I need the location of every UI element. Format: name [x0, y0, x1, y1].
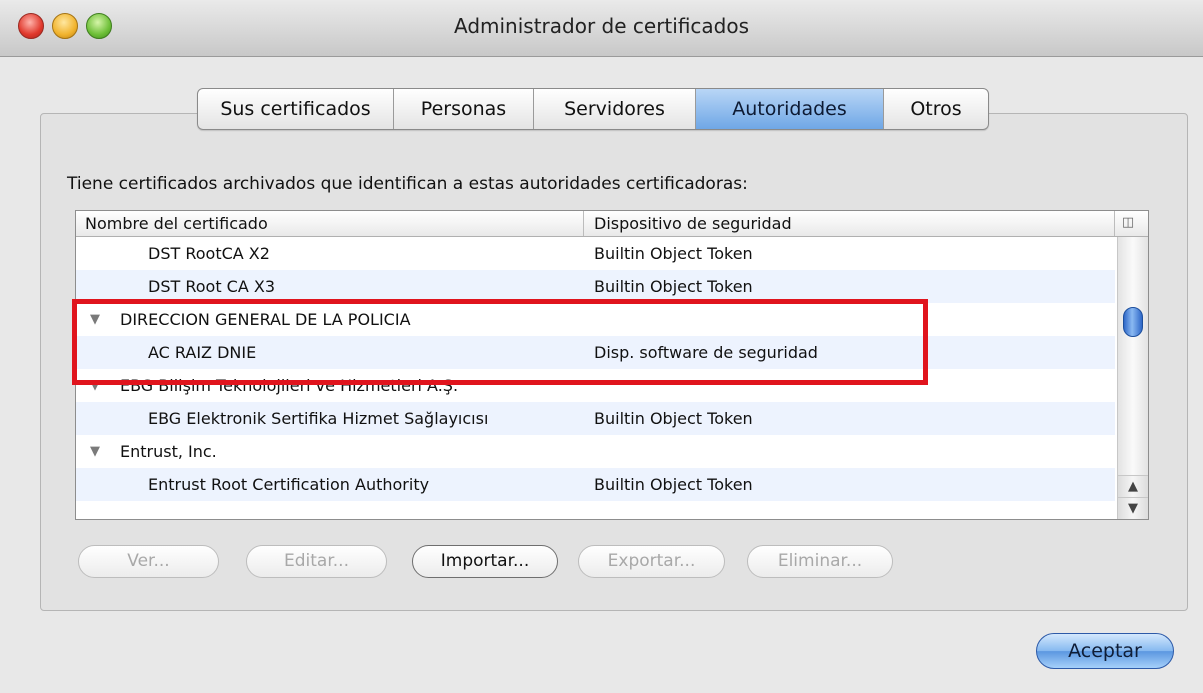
certificate-name: Entrust Root Certification Authority — [148, 475, 430, 494]
table-header: Nombre del certificado Dispositivo de se… — [76, 211, 1148, 237]
table-row[interactable]: DST RootCA X2 Builtin Object Token — [76, 237, 1115, 270]
security-device: Builtin Object Token — [594, 409, 753, 428]
tab-otros[interactable]: Otros — [884, 89, 988, 129]
tab-autoridades[interactable]: Autoridades — [696, 89, 884, 129]
certificate-name: DST RootCA X2 — [148, 244, 270, 263]
table-row[interactable]: Entrust Root Certification Authority Bui… — [76, 468, 1115, 501]
title-bar: Administrador de certificados — [0, 0, 1203, 57]
column-header-device[interactable]: Dispositivo de seguridad — [584, 211, 1115, 236]
scroll-up-arrow-icon[interactable]: ▲ — [1118, 475, 1148, 498]
red-highlight-annotation — [72, 299, 928, 385]
security-device: Builtin Object Token — [594, 244, 753, 263]
eliminar-button[interactable]: Eliminar... — [747, 545, 893, 578]
tab-servidores[interactable]: Servidores — [534, 89, 696, 129]
table-row[interactable]: EBG Elektronik Sertifika Hizmet Sağlayıc… — [76, 402, 1115, 435]
security-device: Builtin Object Token — [594, 475, 753, 494]
vertical-scrollbar[interactable]: ▲ ▼ — [1117, 237, 1148, 519]
exportar-button[interactable]: Exportar... — [578, 545, 725, 578]
aceptar-button[interactable]: Aceptar — [1036, 633, 1174, 669]
certificate-group-name: Entrust, Inc. — [120, 442, 217, 461]
description-text: Tiene certificados archivados que identi… — [67, 174, 748, 194]
table-row[interactable]: ▼ Entrust, Inc. — [76, 435, 1115, 468]
column-picker-icon[interactable]: ◫ — [1117, 214, 1139, 232]
tab-bar: Sus certificados Personas Servidores Aut… — [197, 88, 989, 130]
tab-personas[interactable]: Personas — [394, 89, 534, 129]
scroll-down-arrow-icon[interactable]: ▼ — [1118, 497, 1148, 519]
certificate-name: EBG Elektronik Sertifika Hizmet Sağlayıc… — [148, 409, 489, 428]
editar-button[interactable]: Editar... — [246, 545, 387, 578]
importar-button[interactable]: Importar... — [412, 545, 558, 578]
column-header-name[interactable]: Nombre del certificado — [76, 211, 584, 236]
scrollbar-thumb[interactable] — [1123, 307, 1143, 337]
window-title: Administrador de certificados — [453, 14, 750, 38]
tab-sus-certificados[interactable]: Sus certificados — [198, 89, 394, 129]
ver-button[interactable]: Ver... — [78, 545, 219, 578]
